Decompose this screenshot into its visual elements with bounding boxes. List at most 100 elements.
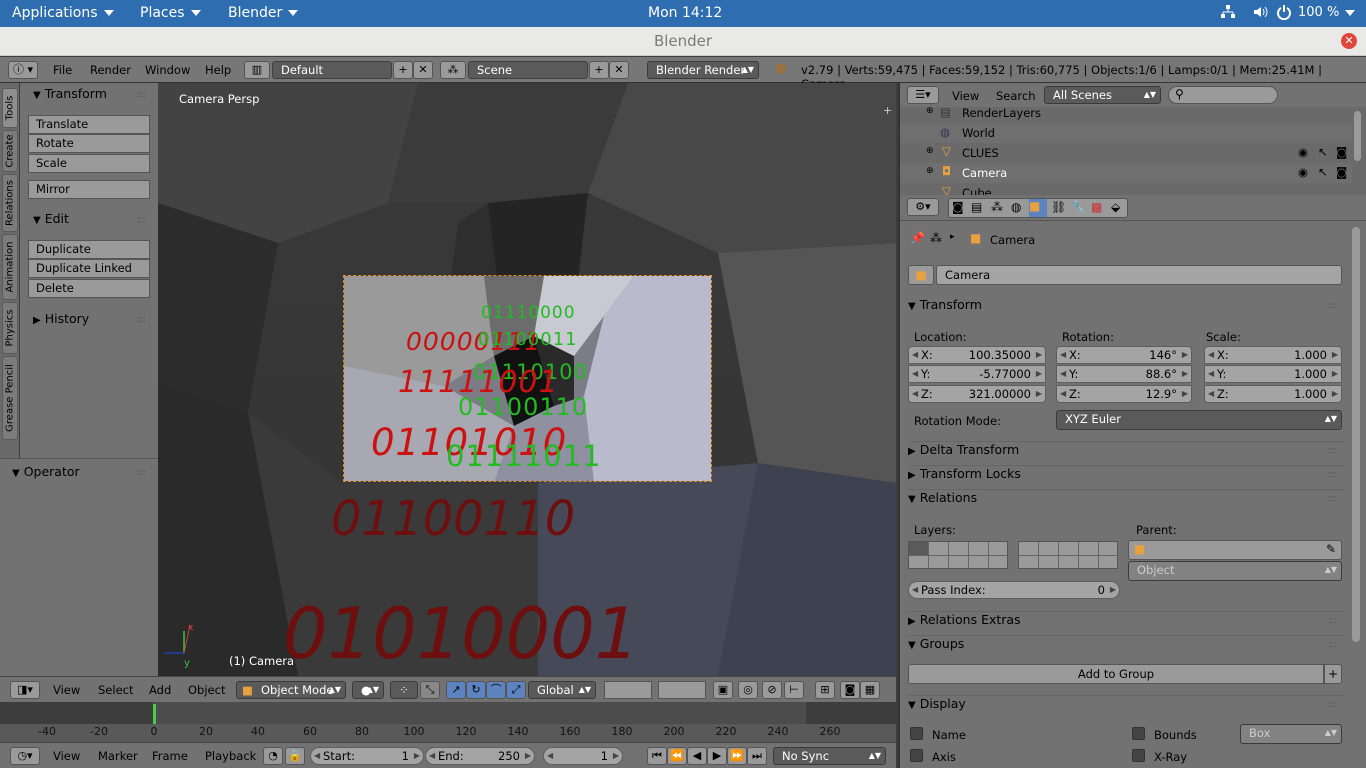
eye-icon[interactable]: ◉ [1298, 145, 1308, 159]
start-frame-field[interactable]: ◀ Start: 1 ▶ [310, 747, 424, 765]
properties-scrollbar[interactable] [1352, 227, 1360, 642]
editor-type-outliner-icon[interactable]: ☰▾ [907, 86, 939, 104]
display-section-header[interactable]: ▼ Display [908, 695, 1344, 715]
outliner-row[interactable]: ⊕ ▤ RenderLayers [900, 103, 1352, 123]
end-frame-field[interactable]: ◀ End: 250 ▶ [425, 747, 535, 765]
tab-grease-pencil[interactable]: Grease Pencil [2, 356, 18, 440]
modifiers-tab-icon[interactable]: 🔧 [1071, 200, 1086, 214]
lock-layers-icon[interactable]: ▣ [713, 681, 733, 699]
render-layers-tab-icon[interactable]: ▤ [971, 200, 982, 214]
playhead[interactable] [153, 704, 156, 724]
translate-button[interactable]: Translate [28, 115, 150, 134]
plus-icon[interactable]: + [883, 104, 892, 117]
menu-file[interactable]: File [53, 63, 72, 77]
edit-panel-header[interactable]: ▼ Edit [33, 211, 69, 226]
menu-playback[interactable]: Playback [205, 749, 256, 763]
layers-grid-b[interactable] [1018, 541, 1119, 569]
snap-icon[interactable]: ⊘ [762, 681, 782, 699]
shading-dropdown[interactable]: ● ▲▼ [352, 681, 384, 699]
drag-grip-icon[interactable]: :::: [137, 315, 146, 325]
drag-grip-icon[interactable]: :::: [1328, 301, 1337, 311]
pass-index-field[interactable]: ◀ Pass Index: 0 ▶ [908, 581, 1120, 599]
menu-render[interactable]: Render [90, 63, 131, 77]
clock-icon[interactable]: ◔ [263, 747, 283, 765]
outliner-row[interactable]: ▽ Cube [900, 183, 1352, 195]
tab-animation[interactable]: Animation [2, 234, 18, 300]
add-group-icon[interactable]: + [1324, 664, 1342, 684]
jump-start-icon[interactable]: ⏮ [647, 747, 667, 765]
close-window-button[interactable]: ✕ [1341, 33, 1357, 49]
xray-checkbox[interactable] [1132, 749, 1145, 762]
render-engine-dropdown[interactable]: Blender Render ▲▼ [647, 61, 759, 79]
applications-menu[interactable]: Applications [12, 5, 114, 21]
layout-field[interactable]: Default [272, 61, 392, 79]
mode-dropdown[interactable]: ■ Object Mode ▲▼ [236, 681, 346, 699]
axis-checkbox[interactable] [910, 749, 923, 762]
add-to-group-button[interactable]: Add to Group [908, 664, 1324, 684]
sync-dropdown[interactable]: No Sync ▲▼ [773, 747, 886, 765]
parent-field[interactable]: ■ ✎ [1128, 540, 1342, 560]
rotate-button[interactable]: Rotate [28, 134, 150, 153]
screen-layout-icon[interactable]: ▥ [244, 61, 270, 79]
duplicate-linked-button[interactable]: Duplicate Linked [28, 259, 150, 278]
relations-section-header[interactable]: ▼ Relations [908, 489, 1344, 509]
active-layer[interactable] [909, 542, 928, 555]
drag-grip-icon[interactable]: :::: [1328, 700, 1337, 710]
places-menu[interactable]: Places [140, 5, 201, 21]
tab-physics[interactable]: Physics [2, 302, 18, 354]
object-datablock-icon[interactable]: ■ [908, 265, 934, 285]
jump-end-icon[interactable]: ⏭ [747, 747, 767, 765]
cursor-icon[interactable]: ↖ [1318, 165, 1328, 179]
menu-object[interactable]: Object [188, 683, 225, 697]
outliner-scrollbar[interactable] [1354, 111, 1361, 161]
location-x-field[interactable]: ◀ X: 100.35000 ▶ [908, 346, 1046, 364]
camera-icon[interactable]: ◙ [1336, 165, 1347, 179]
location-z-field[interactable]: ◀ Z: 321.00000 ▶ [908, 385, 1046, 403]
next-keyframe-icon[interactable]: ⏩ [727, 747, 747, 765]
volume-icon[interactable] [1252, 4, 1268, 24]
bounds-type-dropdown[interactable]: Box ▲▼ [1240, 724, 1342, 744]
timeline[interactable]: -40 -20 0 20 40 60 80 100 120 140 160 18… [0, 702, 896, 742]
menu-view[interactable]: View [53, 683, 80, 697]
search-input[interactable]: ⚲ [1168, 86, 1278, 104]
physics-tab-icon[interactable]: ⬙ [1111, 200, 1120, 214]
play-reverse-icon[interactable]: ◀ [687, 747, 707, 765]
snap-target-icon[interactable]: ⊢ [784, 681, 804, 699]
tab-create[interactable]: Create [2, 130, 18, 172]
delete-button[interactable]: Delete [28, 279, 150, 298]
scene-field[interactable]: Scene [468, 61, 588, 79]
drag-grip-icon[interactable]: :::: [137, 90, 146, 100]
expand-icon[interactable]: ⊕ [926, 146, 934, 156]
scale-x-field[interactable]: ◀ X: 1.000 ▶ [1204, 346, 1342, 364]
add-scene-icon[interactable]: + [589, 61, 609, 79]
drag-grip-icon[interactable]: :::: [1328, 616, 1337, 626]
camera-icon[interactable]: ◙ [1336, 145, 1347, 159]
relations-extras-section-header[interactable]: ▶ Relations Extras [908, 611, 1344, 631]
drag-grip-icon[interactable]: :::: [1328, 640, 1337, 650]
outliner-row[interactable]: ◍ World [900, 123, 1352, 143]
texture-tab-icon[interactable]: ▩ [1091, 200, 1102, 214]
layer-buttons[interactable] [658, 681, 706, 699]
editor-type-info-icon[interactable]: ⓘ ▾ [8, 61, 38, 79]
pivot-dropdown[interactable]: ⁘ [390, 681, 418, 699]
scale-z-field[interactable]: ◀ Z: 1.000 ▶ [1204, 385, 1342, 403]
prev-keyframe-icon[interactable]: ⏪ [667, 747, 687, 765]
power-icon[interactable] [1276, 4, 1292, 24]
operator-panel-header[interactable]: ▼ Operator [12, 464, 80, 479]
transform-panel-header[interactable]: ▼ Transform [33, 86, 107, 101]
expand-icon[interactable]: ⊕ [926, 166, 934, 176]
film-icon[interactable]: ▦ [860, 681, 880, 699]
menu-search[interactable]: Search [996, 89, 1036, 103]
layers-grid-a[interactable] [908, 541, 1009, 569]
clock[interactable]: Mon 14:12 [648, 5, 722, 21]
bounds-checkbox[interactable] [1132, 727, 1145, 740]
3d-viewport[interactable]: Camera Persp + 01110000 00000111 0110001… [158, 83, 896, 676]
editor-type-3d-icon[interactable]: ◨▾ [10, 681, 40, 699]
drag-grip-icon[interactable]: :::: [137, 215, 146, 225]
orientation-dropdown[interactable]: Global ▲▼ [528, 681, 596, 699]
battery-percent[interactable]: 100 % [1298, 5, 1356, 20]
rotation-z-field[interactable]: ◀ Z: 12.9° ▶ [1056, 385, 1192, 403]
object-name-field[interactable]: Camera [936, 265, 1342, 285]
history-panel-header[interactable]: ▶ History [33, 311, 89, 326]
transform-locks-section-header[interactable]: ▶ Transform Locks [908, 465, 1344, 485]
